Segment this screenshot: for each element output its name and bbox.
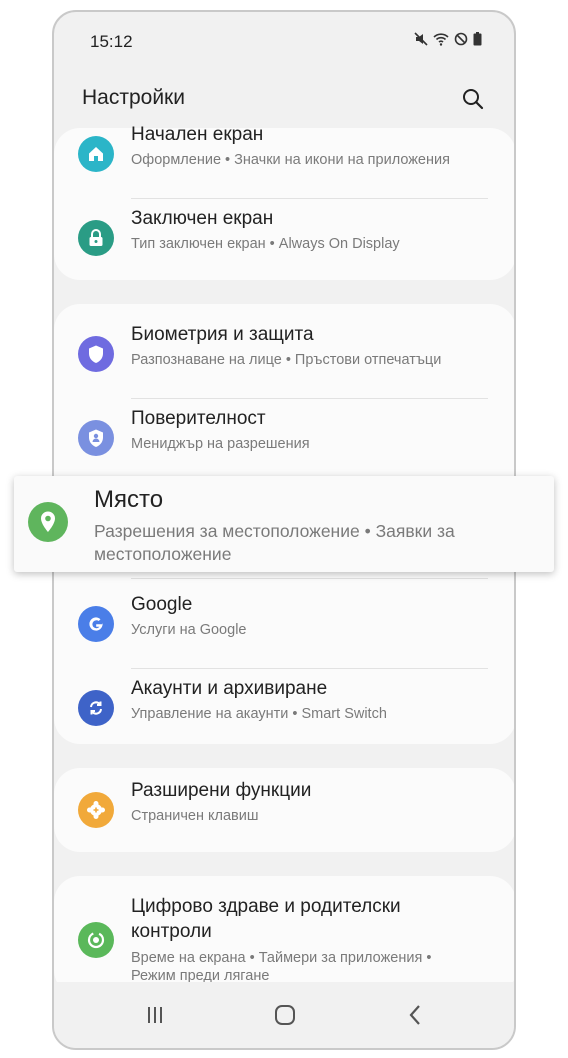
settings-group-display: Начален екран Оформление • Значки на ико… bbox=[54, 124, 514, 280]
recents-icon bbox=[148, 1007, 162, 1023]
divider bbox=[131, 578, 488, 579]
settings-group-wellbeing: Цифрово здраве и родителски контроли Вре… bbox=[54, 876, 514, 996]
status-icons bbox=[414, 32, 482, 46]
back-icon bbox=[409, 1005, 420, 1025]
settings-item-privacy[interactable]: Поверителност Мениджър на разрешения bbox=[54, 396, 514, 480]
shield-icon bbox=[78, 336, 114, 372]
settings-item-advanced-features[interactable]: Разширени функции Страничен клавиш bbox=[54, 768, 514, 852]
settings-item-accounts-backup[interactable]: Акаунти и архивиране Управление на акаун… bbox=[54, 666, 514, 750]
location-title: Място bbox=[94, 486, 164, 513]
page-title: Настройки bbox=[82, 86, 185, 109]
navigation-bar bbox=[54, 982, 514, 1048]
settings-item-google[interactable]: Google Услуги на Google bbox=[54, 582, 514, 666]
item-subtitle: Управление на акаунти • Smart Switch bbox=[131, 706, 387, 722]
item-subtitle: Услуги на Google bbox=[131, 622, 247, 638]
item-title: Акаунти и архивиране bbox=[131, 678, 328, 699]
location-pin-icon bbox=[28, 502, 68, 542]
item-title-line1: Цифрово здраве и родителски bbox=[131, 896, 401, 917]
item-title: Разширени функции bbox=[131, 780, 312, 801]
home-button-icon bbox=[275, 1005, 295, 1025]
settings-group-advanced: Разширени функции Страничен клавиш bbox=[54, 768, 514, 852]
wifi-icon bbox=[433, 32, 449, 46]
item-subtitle: Мениджър на разрешения bbox=[131, 436, 310, 452]
lock-icon bbox=[78, 220, 114, 256]
status-bar: 15:12 bbox=[54, 12, 514, 72]
gear-plus-icon bbox=[78, 792, 114, 828]
mute-icon bbox=[414, 32, 428, 46]
do-not-disturb-icon bbox=[454, 32, 468, 46]
item-title: Начален екран bbox=[131, 124, 264, 145]
battery-icon bbox=[473, 32, 482, 46]
search-button[interactable] bbox=[458, 84, 488, 114]
item-title: Поверителност bbox=[131, 408, 266, 429]
item-title-line2: контроли bbox=[131, 921, 212, 942]
digital-wellbeing-icon bbox=[78, 922, 114, 958]
settings-item-biometrics[interactable]: Биометрия и защита Разпознаване на лице … bbox=[54, 312, 514, 396]
home-button[interactable] bbox=[268, 1000, 302, 1030]
item-title: Биометрия и защита bbox=[131, 324, 314, 345]
item-subtitle: Тип заключен екран • Always On Display bbox=[131, 236, 400, 252]
item-subtitle-line1: Време на екрана • Таймери за приложения … bbox=[131, 950, 432, 966]
privacy-icon bbox=[78, 420, 114, 456]
settings-item-digital-wellbeing[interactable]: Цифрово здраве и родителски контроли Вре… bbox=[54, 876, 514, 996]
recents-button[interactable] bbox=[138, 1000, 172, 1030]
location-subtitle: Разрешения за местоположение • Заявки за… bbox=[94, 521, 455, 564]
highlighted-location-item[interactable]: Място Разрешения за местоположение • Зая… bbox=[14, 476, 554, 572]
sync-icon bbox=[78, 690, 114, 726]
home-icon bbox=[78, 136, 114, 172]
item-subtitle: Разпознаване на лице • Пръстови отпечатъ… bbox=[131, 352, 442, 368]
item-title: Google bbox=[131, 594, 193, 615]
search-icon bbox=[463, 89, 484, 110]
status-time: 15:12 bbox=[90, 32, 133, 51]
settings-item-home-screen[interactable]: Начален екран Оформление • Значки на ико… bbox=[54, 112, 514, 196]
item-subtitle: Страничен клавиш bbox=[131, 808, 259, 824]
back-button[interactable] bbox=[398, 1000, 432, 1030]
settings-item-lock-screen[interactable]: Заключен екран Тип заключен екран • Alwa… bbox=[54, 196, 514, 280]
google-icon bbox=[78, 606, 114, 642]
item-title: Заключен екран bbox=[131, 208, 274, 229]
item-subtitle: Оформление • Значки на икони на приложен… bbox=[131, 152, 450, 168]
